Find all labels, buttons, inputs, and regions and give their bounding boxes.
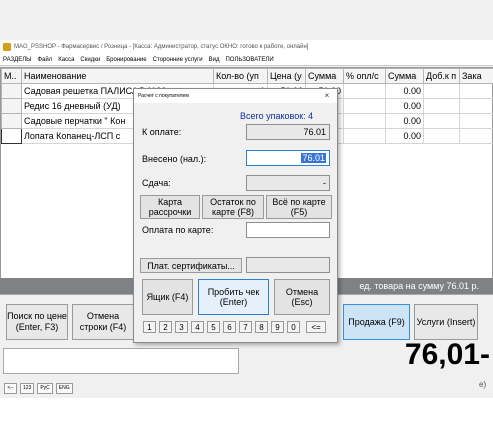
backspace-button[interactable]: <--	[4, 382, 17, 394]
item-extra	[423, 83, 460, 99]
cash-label: Внесено (нал.):	[142, 154, 207, 164]
certificates-button[interactable]: Плат. сертификаты...	[140, 258, 242, 273]
col-mark[interactable]: М..	[1, 68, 22, 84]
payment-dialog: Расчет с покупателем × Всего упаковок: 4…	[133, 88, 338, 343]
item-pct	[343, 83, 386, 99]
row-mark	[1, 83, 22, 99]
cancel-dialog-button[interactable]: Отмена (Esc)	[274, 279, 330, 315]
services-button[interactable]: Услуги (Insert)	[414, 304, 478, 340]
row-mark	[1, 98, 22, 114]
item-order	[459, 98, 493, 114]
col-qty[interactable]: Кол-во (уп	[213, 68, 268, 84]
card-payment-input[interactable]	[246, 222, 330, 238]
item-pct	[343, 128, 386, 144]
cash-value: 76.01	[301, 153, 326, 163]
english-layout-button[interactable]: ENG	[55, 382, 73, 394]
row-mark	[1, 128, 22, 144]
search-by-price-button[interactable]: Поиск по цене (Enter, F3)	[6, 304, 68, 340]
app-icon	[3, 43, 11, 51]
all-by-card-button[interactable]: Всё по карте (F5)	[266, 195, 332, 219]
to-pay-field: 76.01	[246, 124, 330, 140]
key-3[interactable]: 3	[175, 321, 188, 333]
title-bar: MAG_PSSHOP - Фармасервис / Розница - [Ка…	[0, 40, 493, 54]
menu-file[interactable]: Файл	[37, 57, 52, 63]
col-pct[interactable]: % опл/с	[343, 68, 386, 84]
key-2[interactable]: 2	[159, 321, 172, 333]
key-8[interactable]: 8	[255, 321, 268, 333]
certificates-field	[246, 257, 330, 273]
item-sum2: 0.00	[385, 113, 424, 129]
item-extra	[423, 98, 460, 114]
packages-count: Всего упаковок: 4	[240, 111, 314, 121]
key-4[interactable]: 4	[191, 321, 204, 333]
item-pct	[343, 113, 386, 129]
key-6[interactable]: 6	[223, 321, 236, 333]
col-price[interactable]: Цена (у	[267, 68, 306, 84]
bottom-area	[0, 398, 493, 440]
menu-bar: РАЗДЕЛЫ Файл Касса Скидки Бронирование С…	[0, 54, 493, 66]
numeric-keyboard-button[interactable]: 123	[20, 382, 35, 394]
item-pct	[343, 98, 386, 114]
menu-kassa[interactable]: Касса	[58, 57, 74, 63]
info-panel	[3, 348, 239, 374]
item-extra	[423, 128, 460, 144]
print-receipt-button[interactable]: Пробить чек (Enter)	[198, 279, 269, 315]
total-amount: 76,01-	[404, 338, 490, 371]
col-order[interactable]: Зака	[459, 68, 493, 84]
col-sum[interactable]: Сумма	[305, 68, 344, 84]
installment-card-button[interactable]: Карта рассрочки	[140, 195, 200, 219]
key-7[interactable]: 7	[239, 321, 252, 333]
menu-sections[interactable]: РАЗДЕЛЫ	[3, 57, 31, 63]
item-order	[459, 128, 493, 144]
menu-discounts[interactable]: Скидки	[80, 57, 100, 63]
cancel-row-button[interactable]: Отмена строки (F4)	[72, 304, 134, 340]
rest-by-card-button[interactable]: Остаток по карте (F8)	[202, 195, 264, 219]
item-extra	[423, 113, 460, 129]
menu-view[interactable]: Вид	[209, 57, 220, 63]
drawer-button[interactable]: Ящик (F4)	[142, 279, 193, 315]
to-pay-label: К оплате:	[142, 127, 182, 137]
col-sum2[interactable]: Сумма	[385, 68, 424, 84]
change-field: -	[246, 175, 330, 191]
change-label: Сдача:	[142, 178, 171, 188]
col-name[interactable]: Наименование	[21, 68, 214, 84]
cash-input[interactable]: 76.01	[246, 150, 330, 166]
menu-services[interactable]: Сторонние услуги	[153, 57, 203, 63]
table-header: М.. Наименование Кол-во (уп Цена (у Сумм…	[1, 68, 493, 84]
card-payment-label: Оплата по карте:	[142, 225, 214, 235]
item-sum2: 0.00	[385, 83, 424, 99]
menu-users[interactable]: ПОЛЬЗОВАТЕЛИ	[225, 57, 273, 63]
keyboard-toolbar: <-- 123 РуС ENG	[0, 378, 493, 398]
key-0[interactable]: 0	[287, 321, 300, 333]
dialog-title: Расчет с покупателем	[134, 89, 337, 103]
window-title: MAG_PSSHOP - Фармасервис / Розница - [Ка…	[14, 44, 309, 50]
sale-button[interactable]: Продажа (F9)	[343, 304, 410, 340]
item-order	[459, 113, 493, 129]
item-sum2: 0.00	[385, 128, 424, 144]
key-5[interactable]: 5	[207, 321, 220, 333]
right-edge-text: е)	[479, 380, 487, 389]
cash-register-window: MAG_PSSHOP - Фармасервис / Розница - [Ка…	[0, 0, 493, 440]
col-extra[interactable]: Доб.к п	[423, 68, 460, 84]
key-1[interactable]: 1	[143, 321, 156, 333]
key-backspace[interactable]: <=	[306, 321, 326, 333]
row-mark	[1, 113, 22, 129]
item-sum2: 0.00	[385, 98, 424, 114]
key-9[interactable]: 9	[271, 321, 284, 333]
menu-booking[interactable]: Бронирование	[106, 57, 146, 63]
close-icon[interactable]: ×	[320, 90, 334, 102]
russian-layout-button[interactable]: РуС	[37, 382, 53, 394]
item-order	[459, 83, 493, 99]
